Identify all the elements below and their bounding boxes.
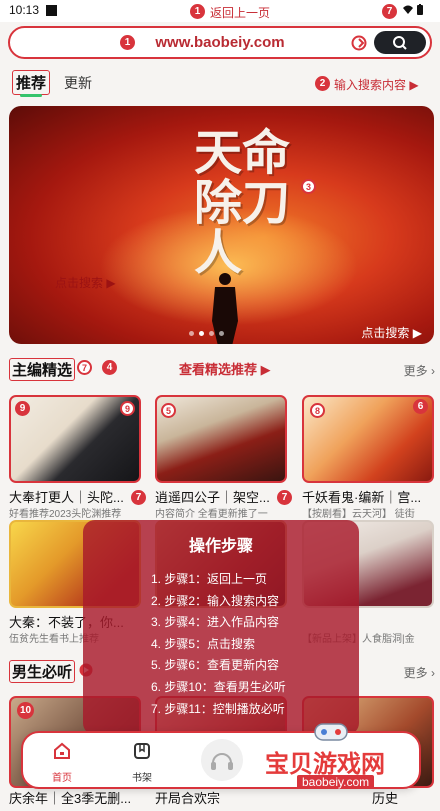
tab-recommend[interactable]: 推荐 <box>12 70 51 95</box>
home-icon <box>54 742 70 759</box>
bookshelf-icon <box>134 743 150 759</box>
status-notification-icon <box>46 5 57 16</box>
more-link[interactable]: 更多 › <box>404 664 435 681</box>
gamepad-logo-icon <box>314 723 348 741</box>
annotation-marker-8: 8 <box>310 403 325 418</box>
refresh-icon[interactable] <box>350 34 368 52</box>
annotation-marker-7: 7 <box>131 490 146 505</box>
step-item: 5. 步骤6：查看更新内容 <box>151 658 280 673</box>
annotation-marker-5: 5 <box>161 403 176 418</box>
banner-search-left[interactable]: 点击搜索 ▶ <box>55 274 116 291</box>
annotation-marker-1: 1 <box>120 35 135 50</box>
annotation-back: 返回上一页 <box>210 6 271 20</box>
step-item: 1. 步骤1：返回上一页 <box>151 572 268 586</box>
nav-shelf[interactable]: 书架 <box>117 741 167 784</box>
watermark-text: 宝贝游戏网 <box>265 751 385 778</box>
step-item: 6. 步骤10：查看男生必听 <box>151 679 286 694</box>
annotation-marker-7: 7 <box>277 490 292 505</box>
steps-overlay: 操作步骤 1. 步骤1：返回上一页 2. 步骤2：输入搜索内容 3. 步骤4：进… <box>83 520 359 735</box>
annotation-marker-1-top: 1 <box>190 4 205 19</box>
search-button[interactable] <box>374 31 426 54</box>
url-bar[interactable]: 1 www.baobeiy.com <box>8 26 432 59</box>
annotation-marker-10: 10 <box>17 702 34 719</box>
banner-pager <box>189 331 224 336</box>
pager-dot <box>199 331 204 336</box>
overlay-title: 操作步骤 <box>188 538 253 555</box>
book-title: 逍遥四公子｜架空... <box>155 490 270 505</box>
annotation-marker-3: 3 <box>301 179 316 194</box>
annotation-marker-7: 7 <box>77 360 92 375</box>
step-list: 1. 步骤1：返回上一页 2. 步骤2：输入搜索内容 3. 步骤4：进入作品内容… <box>151 570 286 721</box>
annotation-marker-4: 4 <box>102 360 117 375</box>
pager-dot <box>219 331 224 336</box>
book-cover: 9 9 <box>9 395 141 483</box>
annotation-marker-9: 9 <box>15 401 30 416</box>
banner-title: 天命除刀人 <box>194 125 291 281</box>
annotation-marker-2: 2 <box>315 76 330 91</box>
nav-home[interactable]: 首页 <box>37 741 87 784</box>
more-link[interactable]: 更多 › <box>404 362 435 379</box>
nav-home-label: 首页 <box>52 773 72 784</box>
watermark-url: baobeiy.com <box>297 775 375 789</box>
annotation-marker-9: 9 <box>120 401 135 416</box>
hero-banner[interactable]: 天命除刀人 点击搜索 ▶ 点击搜索 ▶ 3 <box>9 106 434 344</box>
book-desc: 【按剧看】云天河】 徒街 <box>302 509 415 520</box>
annotation-input-search: 输入搜索内容 ▶ <box>334 78 419 92</box>
view-picks-link[interactable]: 查看精选推荐 ▶ <box>179 359 271 378</box>
book-desc: 好看推荐2023头陀渊推荐 <box>9 509 122 520</box>
nav-shelf-label: 书架 <box>132 773 152 784</box>
book-title: 千妖看鬼·编新｜宫... <box>302 490 422 505</box>
step-item: 3. 步骤4：进入作品内容 <box>151 615 280 630</box>
book-cover: 5 <box>155 395 287 483</box>
book-title: 庆余年｜全3季无删... <box>9 791 132 806</box>
status-time: 10:13 <box>9 3 40 17</box>
annotation-marker-7-top: 7 <box>382 4 397 19</box>
annotation-marker-6: 6 <box>413 399 428 414</box>
headphones-icon <box>211 753 233 770</box>
player-button[interactable] <box>201 739 243 781</box>
section-title: 主编精选 <box>9 358 76 381</box>
step-item: 2. 步骤2：输入搜索内容 <box>151 593 280 608</box>
pager-dot <box>209 331 214 336</box>
wifi-battery-icon <box>403 4 423 15</box>
pager-dot <box>189 331 194 336</box>
step-item: 4. 步骤5：点击搜索 <box>151 636 256 651</box>
book-title: 大奉打更人｜头陀... <box>9 490 124 505</box>
book-cover: 8 6 <box>302 395 434 483</box>
banner-search-right[interactable]: 点击搜索 ▶ <box>361 324 422 341</box>
section-editor-picks: 主编精选 7 4 查看精选推荐 ▶ 更多 › <box>9 358 435 381</box>
section-title: 男生必听 <box>9 660 76 683</box>
search-icon <box>393 36 407 50</box>
site-watermark: 宝贝游戏网 baobeiy.com <box>257 720 437 806</box>
tab-update[interactable]: 更新 <box>64 73 92 93</box>
book-desc: 内容简介 全看更新推了一 <box>155 509 268 520</box>
tab-active-indicator <box>20 94 42 97</box>
step-item: 7. 步骤11：控制播放必听 <box>151 701 285 716</box>
